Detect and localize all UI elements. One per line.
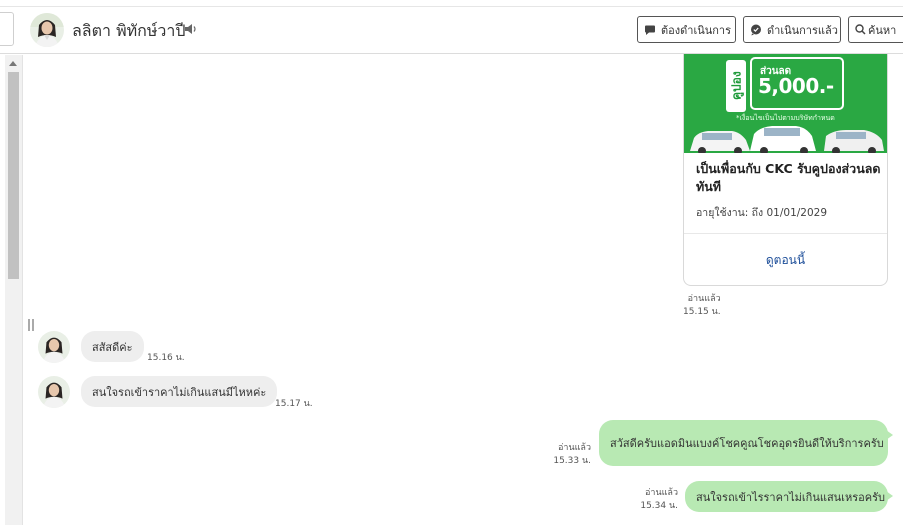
speaker-icon[interactable]	[184, 22, 198, 36]
coupon-title: เป็นเพื่อนกับ CKC รับคูปองส่วนลดทันที	[696, 161, 881, 194]
search-button[interactable]: ค้นหา	[848, 16, 903, 43]
contact-name: ลลิตา พิทักษ์วาปี	[72, 21, 186, 40]
chat-app: ลลิตา พิทักษ์วาปี ต้องดำเนินการ ดำเนินกา…	[0, 0, 903, 525]
incoming-message-bubble: สสัสดีค่ะ	[81, 331, 144, 362]
top-divider	[0, 6, 903, 7]
incoming-message-bubble: สนใจรถเข้าราคาไม่เกินแสนมีไหหค่ะ	[81, 376, 278, 407]
search-icon	[855, 24, 866, 35]
sender-avatar[interactable]	[38, 376, 70, 408]
read-status: อ่านแล้ว	[645, 488, 678, 498]
todo-button-label: ต้องดำเนินการ	[661, 23, 731, 37]
card-receipt: อ่านแล้ว 15.15 น.	[683, 293, 721, 319]
comment-check-icon	[751, 24, 761, 35]
outgoing-message-bubble: สวัสดีครับแอดมินแบงค์โชคคูณโชคอุดรยินดีใ…	[599, 420, 893, 466]
search-button-label: ค้นหา	[868, 23, 897, 37]
message-time: 15.15 น.	[683, 307, 721, 317]
outgoing-message-bubble: สนใจรถเข้าไรราคาไม่เกินแสนเหรอครับ	[685, 481, 893, 512]
card-divider	[684, 233, 887, 234]
coupon-image[interactable]: คูปอง ส่วนลด 5,000.- *เงื่อนไขเป็นไปตามบ…	[684, 54, 887, 153]
contact-avatar[interactable]	[30, 13, 64, 47]
left-panel-edge[interactable]	[0, 12, 14, 46]
coupon-card: คูปอง ส่วนลด 5,000.- *เงื่อนไขเป็นไปตามบ…	[683, 54, 888, 286]
done-button[interactable]: ดำเนินการแล้ว	[743, 16, 841, 43]
cars-illustration	[690, 126, 884, 153]
comment-icon	[645, 25, 655, 35]
message-time: 15.17 น.	[275, 399, 313, 409]
done-button-label: ดำเนินการแล้ว	[767, 23, 838, 37]
message-time: 15.16 น.	[147, 353, 185, 363]
coupon-badge: คูปอง	[726, 60, 746, 112]
todo-button[interactable]: ต้องดำเนินการ	[637, 16, 736, 43]
chat-scrollbar[interactable]	[5, 55, 23, 525]
chat-header: ลลิตา พิทักษ์วาปี ต้องดำเนินการ ดำเนินกา…	[0, 0, 903, 54]
message-receipt: อ่านแล้ว 15.33 น.	[540, 442, 591, 468]
scroll-up-arrow-icon[interactable]	[9, 61, 17, 66]
sender-avatar[interactable]	[38, 331, 70, 363]
message-receipt: อ่านแล้ว 15.34 น.	[628, 487, 678, 513]
message-time: 15.34 น.	[640, 501, 678, 511]
coupon-expiry: อายุใช้งาน: ถึง 01/01/2029	[696, 207, 828, 219]
read-status: อ่านแล้ว	[687, 294, 721, 304]
message-time: 15.33 น.	[553, 456, 591, 466]
coupon-amount: 5,000.-	[758, 74, 834, 98]
resize-handle[interactable]	[28, 319, 34, 331]
read-status: อ่านแล้ว	[558, 443, 591, 453]
view-now-link[interactable]: ดูตอนนี้	[684, 251, 887, 270]
scroll-thumb[interactable]	[8, 72, 19, 279]
